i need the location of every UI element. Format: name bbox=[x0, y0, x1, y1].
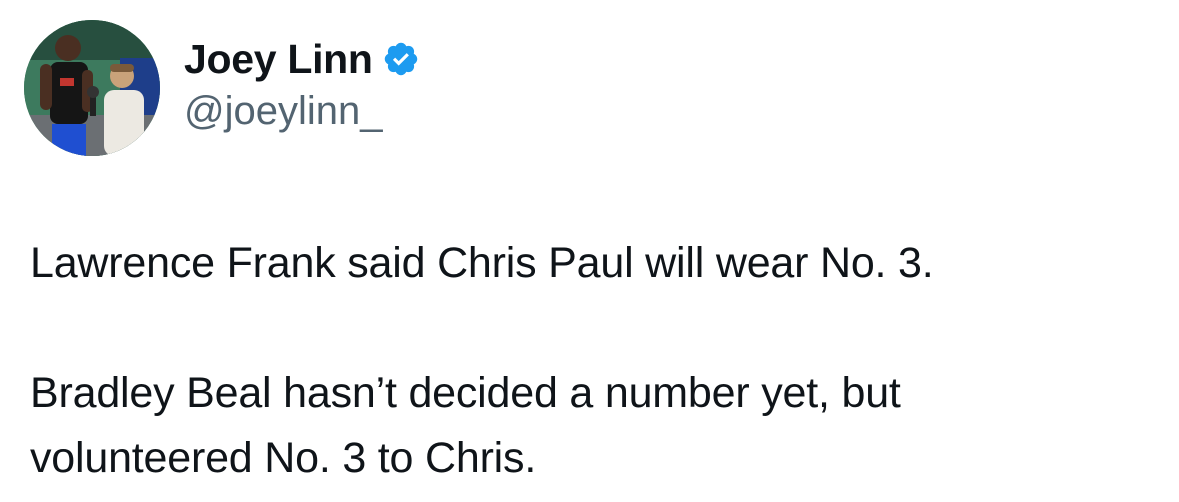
tweet-paragraph: Lawrence Frank said Chris Paul will wear… bbox=[30, 239, 934, 287]
name-row: Joey Linn bbox=[184, 35, 420, 83]
author-avatar[interactable] bbox=[24, 20, 160, 156]
avatar-photo bbox=[24, 20, 160, 156]
tweet-header: Joey Linn @joeylinn_ bbox=[24, 20, 420, 156]
tweet-paragraph: Bradley Beal hasn’t decided a number yet… bbox=[30, 369, 901, 482]
author-display-name[interactable]: Joey Linn bbox=[184, 35, 373, 83]
tweet-text: Lawrence Frank said Chris Paul will wear… bbox=[30, 231, 1150, 491]
verified-badge-shape bbox=[384, 42, 417, 76]
author-handle[interactable]: @joeylinn_ bbox=[184, 87, 420, 135]
verified-badge-icon[interactable] bbox=[382, 40, 420, 78]
tweet-card: Joey Linn @joeylinn_ Lawrence Frank said… bbox=[0, 0, 1179, 502]
author-identity: Joey Linn @joeylinn_ bbox=[184, 35, 420, 135]
